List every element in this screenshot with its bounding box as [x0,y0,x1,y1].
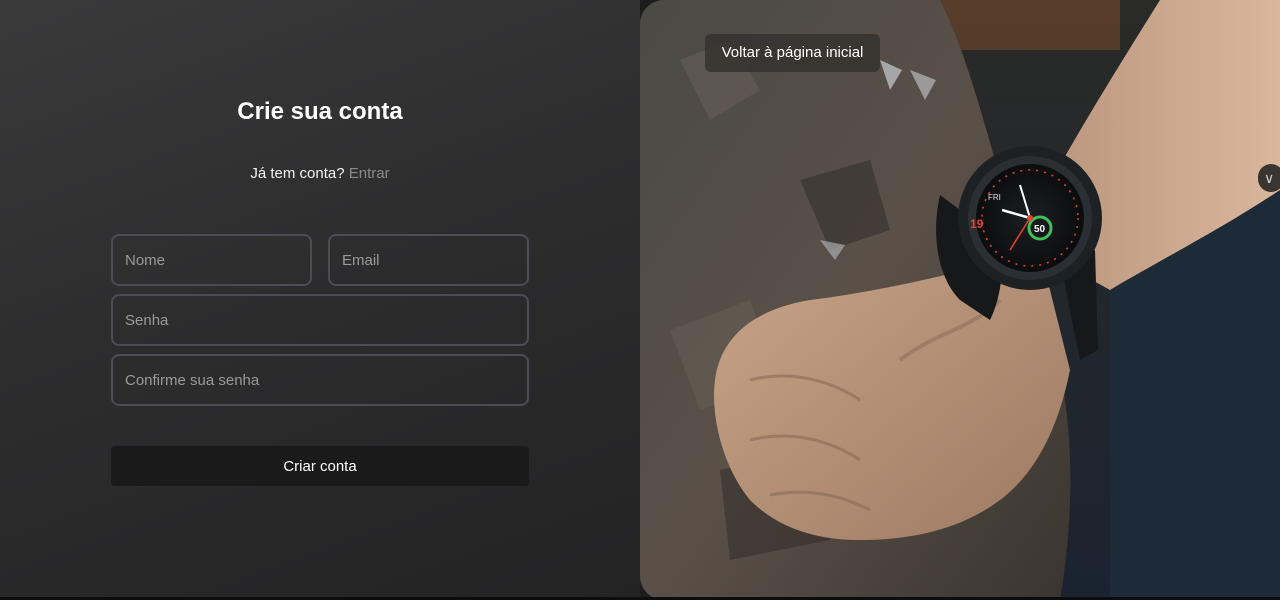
create-account-button[interactable]: Criar conta [111,446,529,486]
login-link[interactable]: Entrar [349,165,390,182]
watch-top-text: FRI [988,193,1001,202]
watch-right-number: 50 [1034,224,1046,235]
password-input[interactable] [111,294,529,346]
chevron-down-icon[interactable]: ∨ [1258,164,1280,192]
signup-page: Crie sua conta Já tem conta? Entrar Cria… [0,0,1280,600]
watch-left-number: 19 [970,217,984,231]
page-title: Crie sua conta [237,98,403,125]
confirm-password-input[interactable] [111,354,529,406]
name-input[interactable] [111,234,312,286]
email-input[interactable] [328,234,529,286]
hero-image: 19 50 FRI [640,0,1280,600]
hero-photo-illustration: 19 50 FRI [640,0,1280,600]
login-prompt-text: Já tem conta? [250,165,345,182]
back-to-home-button[interactable]: Voltar à página inicial [705,34,880,72]
signup-form-panel: Crie sua conta Já tem conta? Entrar Cria… [0,0,640,600]
login-prompt: Já tem conta? Entrar [0,165,640,182]
